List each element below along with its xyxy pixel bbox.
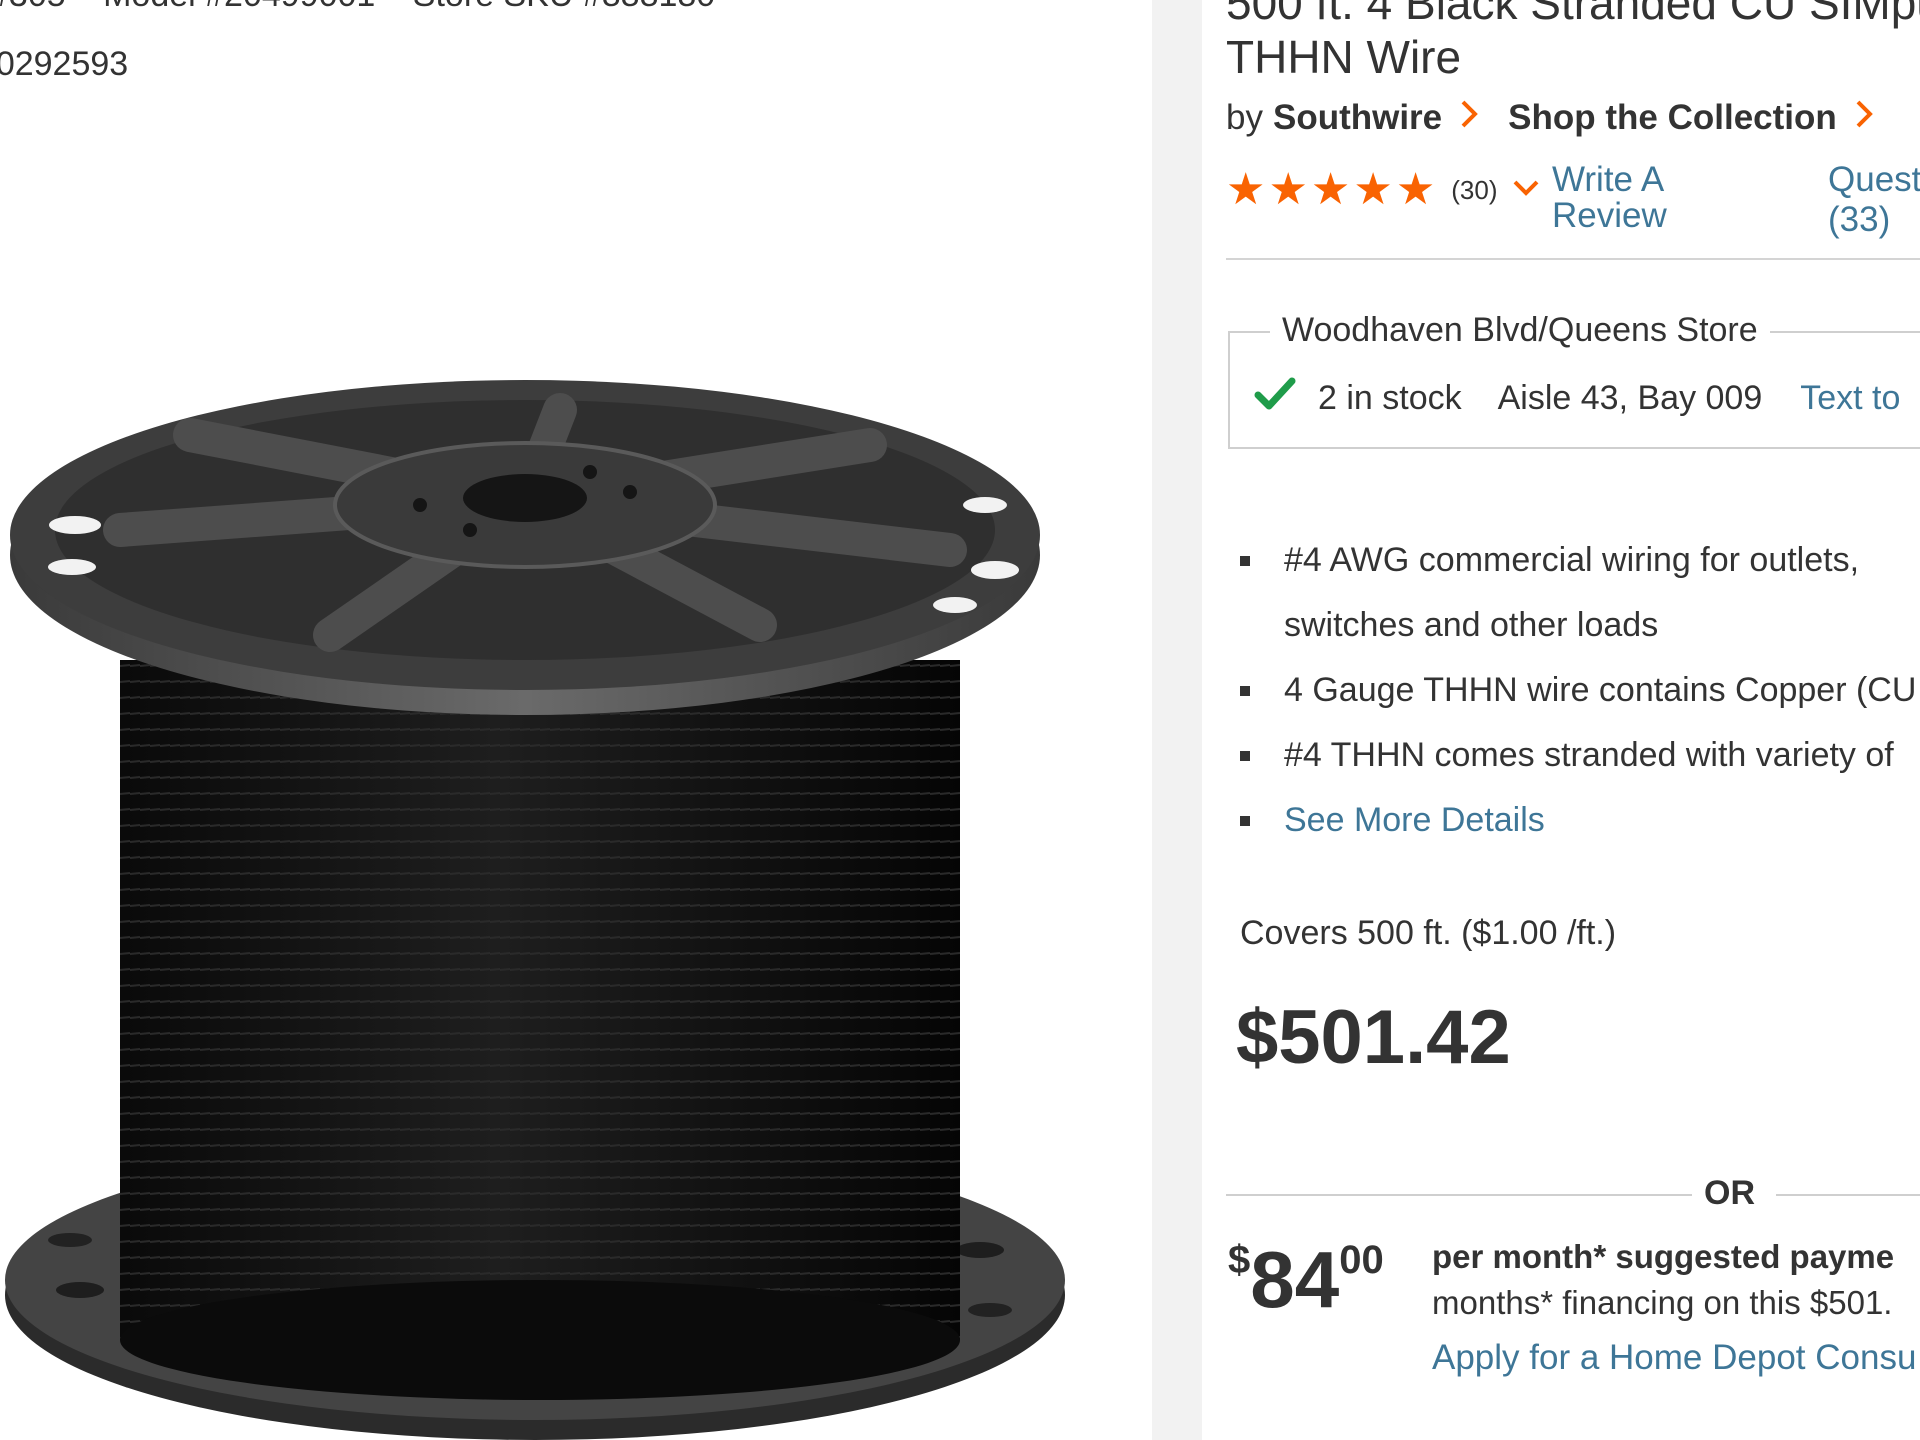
stock-row: 2 in stock Aisle 43, Bay 009 Text to <box>1254 377 1900 420</box>
shop-collection-link[interactable]: Shop the Collection <box>1508 98 1837 138</box>
questions-link[interactable]: Quest (33) <box>1828 160 1920 240</box>
product-ids-row: #305 Model #20499001 Store SKU #888180 <box>0 0 743 15</box>
internet-number: #305 <box>0 0 66 14</box>
product-title-line-2: THHN Wire <box>1226 31 1462 83</box>
star-icon: ★ <box>1395 165 1436 214</box>
questions-count: (33) <box>1828 200 1891 239</box>
star-icon: ★ <box>1310 165 1351 214</box>
see-more-details-item: See More Details <box>1232 788 1920 853</box>
brand-link[interactable]: Southwire <box>1273 98 1442 138</box>
coverage-info: Covers 500 ft. ($1.00 /ft.) <box>1240 914 1617 952</box>
product-sub-id: 000292593 <box>0 45 129 83</box>
checkmark-icon <box>1254 377 1296 420</box>
brand-byline: by Southwire Shop the Collection <box>1226 98 1903 138</box>
rating-row[interactable]: ★ ★ ★ ★ ★ (30) <box>1226 168 1540 212</box>
store-sku: Store SKU #888180 <box>413 0 715 14</box>
review-count: (30) <box>1451 174 1498 205</box>
apply-credit-link[interactable]: Apply for a Home Depot Consu <box>1432 1338 1916 1378</box>
text-to-me-link[interactable]: Text to <box>1800 379 1900 418</box>
star-icon: ★ <box>1226 165 1266 214</box>
write-review-link[interactable]: Write A Review <box>1552 162 1752 234</box>
see-more-details-link[interactable]: See More Details <box>1284 801 1545 839</box>
divider-line <box>1226 1194 1692 1196</box>
store-name[interactable]: Woodhaven Blvd/Queens Store <box>1270 311 1770 350</box>
monthly-payment-amount: $8400 <box>1228 1235 1384 1324</box>
star-icon: ★ <box>1268 165 1308 214</box>
wire-spool-image[interactable] <box>0 380 1100 1440</box>
divider <box>1226 258 1920 260</box>
highlight-item: #4 THHN comes stranded with variety of <box>1232 723 1920 788</box>
chevron-right-icon <box>1460 98 1478 138</box>
by-label: by <box>1226 98 1263 137</box>
product-info-panel: 500 ft. 4 Black Stranded CU SIMpull THHN… <box>1202 0 1920 1440</box>
highlight-item: 4 Gauge THHN wire contains Copper (CU <box>1232 658 1920 723</box>
stock-count: 2 in stock <box>1318 379 1462 417</box>
highlight-item: #4 AWG commercial wiring for outlets, sw… <box>1232 528 1920 658</box>
divider-line <box>1776 1194 1920 1196</box>
store-availability-box: Woodhaven Blvd/Queens Store 2 in stock A… <box>1228 311 1920 449</box>
or-divider: OR <box>1226 1172 1920 1216</box>
or-label: OR <box>1704 1174 1755 1212</box>
product-highlights: #4 AWG commercial wiring for outlets, sw… <box>1232 528 1920 853</box>
chevron-down-icon[interactable] <box>1512 179 1540 202</box>
monthly-payment-text: per month* suggested payme <box>1432 1238 1895 1275</box>
chevron-right-icon <box>1855 98 1873 138</box>
product-title-line-1: 500 ft. 4 Black Stranded CU SIMpull <box>1226 0 1920 29</box>
panel-divider <box>1152 0 1202 1440</box>
aisle-location: Aisle 43, Bay 009 <box>1497 379 1763 417</box>
product-price: $501.42 <box>1236 995 1511 1080</box>
star-icon: ★ <box>1353 165 1393 214</box>
star-rating: ★ ★ ★ ★ ★ <box>1226 168 1435 212</box>
model-number: Model #20499001 <box>103 0 375 14</box>
financing-text: months* financing on this $501. <box>1432 1284 1893 1321</box>
product-image-panel: #305 Model #20499001 Store SKU #888180 0… <box>0 0 1152 1440</box>
questions-label: Quest <box>1828 160 1920 199</box>
